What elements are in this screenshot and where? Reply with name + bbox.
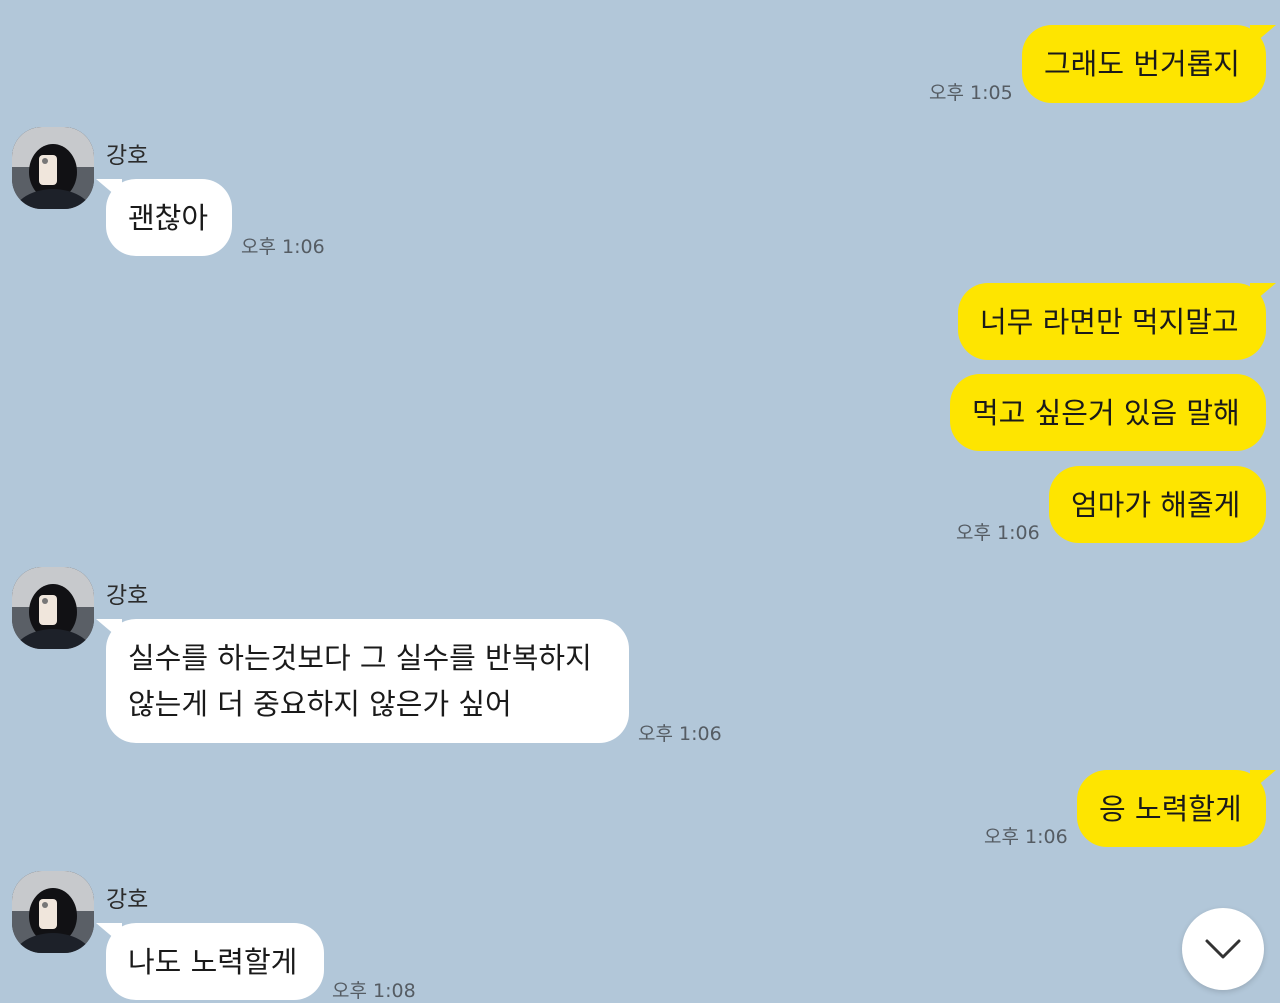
avatar-photo	[12, 127, 94, 209]
message-text: 나도 노력할게	[128, 944, 298, 979]
their-message-bubble[interactable]: 나도 노력할게	[96, 923, 324, 1000]
my-message-bubble[interactable]: 너무 라면만 먹지말고	[958, 283, 1276, 360]
message-text: 괜찮아	[128, 200, 209, 235]
their-message-bubble[interactable]: 실수를 하는것보다 그 실수를 반복하지 않는게 더 중요하지 않은가 싶어	[96, 619, 629, 743]
sender-name: 강호	[106, 143, 149, 169]
avatar-photo	[12, 871, 94, 953]
message-text: 그래도 번거롭지	[1044, 47, 1240, 81]
message-text: 응 노력할게	[1099, 791, 1242, 826]
my-message-bubble[interactable]: 응 노력할게	[1077, 770, 1276, 847]
their-message-bubble[interactable]: 괜찮아	[96, 179, 232, 256]
message-text: 엄마가 해줄게	[1071, 487, 1241, 522]
my-message-bubble[interactable]: 먹고 싶은거 있음 말해	[950, 374, 1266, 451]
message-text-line: 실수를 하는것보다 그 실수를 반복하지	[128, 641, 592, 675]
scroll-to-bottom-button[interactable]	[1182, 908, 1264, 990]
message-time: 오후 1:06	[638, 723, 722, 745]
message-text-line: 않는게 더 중요하지 않은가 싶어	[128, 687, 512, 721]
message-text: 먹고 싶은거 있음 말해	[972, 395, 1240, 430]
my-message-bubble[interactable]: 그래도 번거롭지	[1022, 25, 1276, 103]
contact-avatar[interactable]	[12, 871, 94, 953]
my-message-bubble[interactable]: 엄마가 해줄게	[1049, 466, 1266, 543]
message-time: 오후 1:08	[332, 980, 416, 1002]
message-text: 너무 라면만 먹지말고	[980, 304, 1239, 339]
sender-name: 강호	[106, 887, 149, 913]
avatar-photo	[12, 567, 94, 649]
contact-avatar[interactable]	[12, 127, 94, 209]
contact-avatar[interactable]	[12, 567, 94, 649]
message-time: 오후 1:06	[241, 236, 325, 258]
message-time: 오후 1:05	[929, 82, 1013, 104]
sender-name: 강호	[106, 583, 149, 609]
message-time: 오후 1:06	[956, 522, 1040, 544]
chevron-down-icon	[1205, 939, 1241, 959]
message-time: 오후 1:06	[984, 826, 1068, 848]
